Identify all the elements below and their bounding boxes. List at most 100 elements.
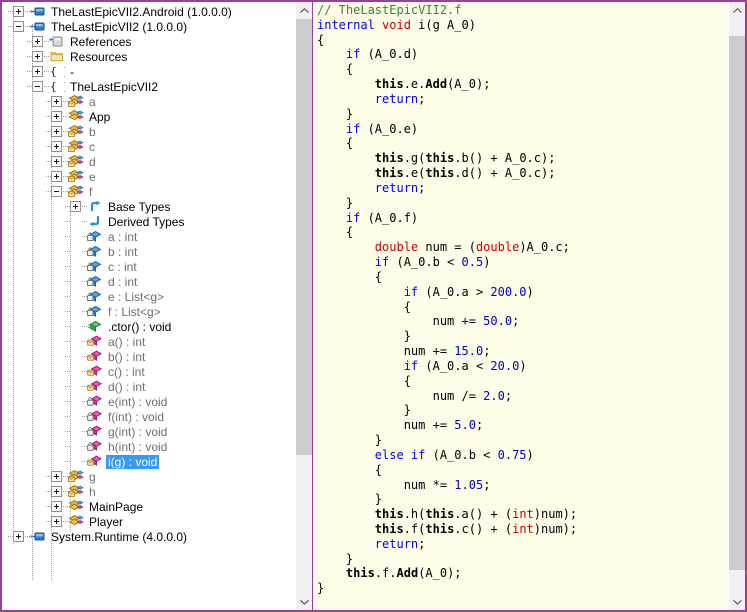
code-token: void xyxy=(382,17,419,32)
tree-node-label: c : int xyxy=(108,259,137,274)
tree-node[interactable]: b() : int xyxy=(2,349,295,364)
code-token: (A_0); xyxy=(447,77,491,92)
tree-node[interactable]: TheLastEpicVII2 (1.0.0.0) xyxy=(2,19,295,34)
assembly-tree[interactable]: TheLastEpicVII2.Android (1.0.0.0) TheLast… xyxy=(2,2,295,580)
code-line: this.h(this.a() + (int)num); xyxy=(317,507,728,522)
tree-node[interactable]: Derived Types xyxy=(2,214,295,229)
tree-node[interactable]: c : int xyxy=(2,259,295,274)
tree-node[interactable]: e xyxy=(2,169,295,184)
code-line: if (A_0.e) xyxy=(317,122,728,137)
code-line: num += 15.0; xyxy=(317,344,728,359)
tree-node[interactable]: Player xyxy=(2,514,295,529)
code-scroll-area[interactable]: // TheLastEpicVII2.f internal void i(g A_… xyxy=(313,2,728,610)
code-token: } xyxy=(317,581,325,596)
code-token: (A_0.a < xyxy=(418,358,491,373)
tree-node[interactable]: g(int) : void xyxy=(2,424,295,439)
tree-node[interactable]: d : int xyxy=(2,274,295,289)
code-line: if (A_0.a < 20.0) xyxy=(317,359,728,374)
code-token: this xyxy=(425,151,455,166)
tree-guide-line xyxy=(70,204,72,532)
tree-node-label: f xyxy=(89,184,93,199)
tree-node[interactable]: { } TheLastEpicVII2 xyxy=(2,79,295,94)
tree-node[interactable]: e(int) : void xyxy=(2,394,295,409)
tree-node-label: b() : int xyxy=(108,349,146,364)
code-token: { xyxy=(317,269,383,284)
tree-node[interactable]: d xyxy=(2,154,295,169)
tree-node[interactable]: App xyxy=(2,109,295,124)
code-scroll-thumb[interactable] xyxy=(729,36,745,571)
tree-node[interactable]: b : int xyxy=(2,244,295,259)
tree-node-label: MainPage xyxy=(89,499,144,514)
tree-node[interactable]: MainPage xyxy=(2,499,295,514)
tree-node[interactable]: c() : int xyxy=(2,364,295,379)
tree-node[interactable]: a : int xyxy=(2,229,295,244)
tree-node[interactable]: f xyxy=(2,184,295,199)
tree-node-label: c xyxy=(89,139,95,154)
code-token: } xyxy=(317,492,383,507)
code-token: } xyxy=(317,433,383,448)
chevron-down-icon xyxy=(733,599,742,605)
tree-node[interactable]: Base Types xyxy=(2,199,295,214)
tree-scroll-up-button[interactable] xyxy=(296,2,312,19)
code-token: } xyxy=(317,106,354,121)
tree-scroll-thumb[interactable] xyxy=(296,19,312,456)
tree-node-label: e xyxy=(89,169,96,184)
tree-node[interactable]: i(g) : void xyxy=(2,454,295,469)
code-token: if xyxy=(374,255,390,270)
tree-node[interactable]: b xyxy=(2,124,295,139)
tree-node-label: Derived Types xyxy=(108,214,185,229)
tree-node[interactable]: a() : int xyxy=(2,334,295,349)
tree-node[interactable]: TheLastEpicVII2.Android (1.0.0.0) xyxy=(2,4,295,19)
code-text[interactable]: // TheLastEpicVII2.f internal void i(g A_… xyxy=(317,3,728,596)
tree-node[interactable]: h(int) : void xyxy=(2,439,295,454)
code-token: ; xyxy=(483,344,491,359)
code-token: this xyxy=(425,521,455,536)
tree-node[interactable]: c xyxy=(2,139,295,154)
tree-node[interactable]: System.Runtime (4.0.0.0) xyxy=(2,529,295,544)
class-internal-icon xyxy=(68,154,84,169)
tree-node[interactable]: f : List<g> xyxy=(2,304,295,319)
code-vertical-scrollbar[interactable] xyxy=(728,2,745,610)
namespace-icon: { } xyxy=(49,79,65,94)
tree-node[interactable]: Resources xyxy=(2,49,295,64)
tree-scroll-down-button[interactable] xyxy=(296,593,312,610)
tree-node[interactable]: d() : int xyxy=(2,379,295,394)
code-token: num += xyxy=(317,418,455,433)
tree-node-label: e(int) : void xyxy=(108,394,168,409)
code-scroll-down-button[interactable] xyxy=(729,593,745,610)
code-token: if xyxy=(345,210,361,225)
code-line: } xyxy=(317,552,728,567)
assembly-tree-scroll[interactable]: TheLastEpicVII2.Android (1.0.0.0) TheLast… xyxy=(2,2,295,610)
tree-node-label: e : List<g> xyxy=(108,289,165,304)
code-token: i(g A_0) xyxy=(418,17,476,32)
code-line: if (A_0.a > 200.0) xyxy=(317,285,728,300)
code-line: { xyxy=(317,136,728,151)
code-token: if xyxy=(345,47,361,62)
class-internal-icon xyxy=(68,94,84,109)
code-token: } xyxy=(317,329,411,344)
tree-node[interactable]: .ctor() : void xyxy=(2,319,295,334)
tree-node[interactable]: g xyxy=(2,469,295,484)
code-token: num *= xyxy=(317,477,455,492)
tree-vertical-scrollbar[interactable] xyxy=(295,2,312,610)
code-line: } xyxy=(317,196,728,211)
code-line: } xyxy=(317,329,728,344)
method-private-icon xyxy=(87,424,103,439)
code-token: { xyxy=(317,136,354,151)
method-internal-icon xyxy=(87,364,103,379)
tree-node[interactable]: { }- xyxy=(2,64,295,79)
tree-node[interactable]: References xyxy=(2,34,295,49)
tree-node[interactable]: a xyxy=(2,94,295,109)
tree-node-label: Player xyxy=(89,514,124,529)
tree-node[interactable]: e : List<g> xyxy=(2,289,295,304)
code-line: return; xyxy=(317,537,728,552)
code-scroll-up-button[interactable] xyxy=(729,2,745,19)
code-line: if (A_0.b < 0.5) xyxy=(317,255,728,270)
tree-node[interactable]: h xyxy=(2,484,295,499)
tree-node[interactable]: f(int) : void xyxy=(2,409,295,424)
